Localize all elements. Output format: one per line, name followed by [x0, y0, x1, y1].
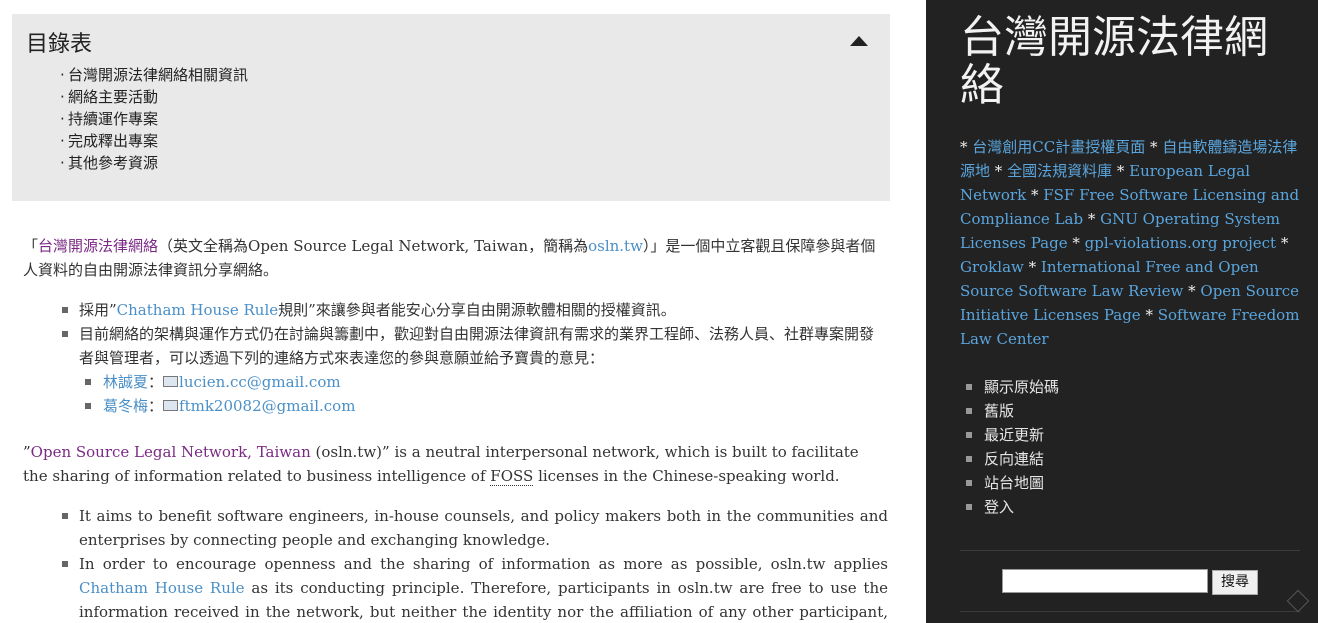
bullet-mark: * [1280, 234, 1289, 252]
toc-item[interactable]: · 持續運作專案 [60, 108, 248, 130]
menu-item-label[interactable]: 登入 [984, 498, 1014, 516]
bullet-mark: * [994, 162, 1008, 180]
intro-paragraph-en: ”Open Source Legal Network, Taiwan (osln… [23, 440, 888, 488]
network-name-link-en[interactable]: Open Source Legal Network, Taiwan [31, 443, 311, 461]
divider [960, 550, 1300, 551]
menu-item-login[interactable]: 登入 [966, 495, 1059, 519]
quote-mark: 「 [23, 237, 39, 255]
menu-item-label[interactable]: 最近更新 [984, 426, 1044, 444]
list-text: 規則”來讓參與者能安心分享自由開源軟體相關的授權資訊。 [278, 301, 676, 319]
toc-item-label[interactable]: 完成釋出專案 [68, 132, 158, 150]
bullet-mark: * [1087, 210, 1101, 228]
toc-item[interactable]: · 完成釋出專案 [60, 130, 248, 152]
sidebar: 台灣開源法律網絡 * 台灣創用CC計畫授權頁面 * 自由軟體鑄造場法律源地 * … [926, 0, 1318, 623]
toc-list: · 台灣開源法律網絡相關資訊 · 網絡主要活動 · 持續運作專案 · 完成釋出專案 · 其… [60, 64, 248, 174]
menu-item-backlinks[interactable]: 反向連結 [966, 447, 1059, 471]
toc-item-label[interactable]: 其他參考資源 [68, 154, 158, 172]
contact-item: 葛冬梅： ftmk20082@gmail.com [79, 394, 888, 418]
mail-icon [163, 399, 179, 411]
link-gpl-violations[interactable]: gpl-violations.org project [1085, 234, 1276, 252]
toc-item-label[interactable]: 網絡主要活動 [68, 88, 158, 106]
network-name-link[interactable]: 台灣開源法律網絡 [38, 237, 158, 255]
external-links: * 台灣創用CC計畫授權頁面 * 自由軟體鑄造場法律源地 * 全國法規資料庫 *… [960, 135, 1302, 351]
menu-item-label[interactable]: 站台地圖 [984, 474, 1044, 492]
chatham-house-rule-link[interactable]: Chatham House Rule [79, 579, 245, 597]
contact-list: 林誠夏： lucien.cc@gmail.com 葛冬梅： ftmk20082@gm… [79, 370, 888, 418]
list-item: In order to encourage openness and the s… [62, 552, 888, 623]
bullet-mark: * [1030, 186, 1044, 204]
separator: ： [148, 373, 164, 391]
main-content: 目錄表 · 台灣開源法律網絡相關資訊 · 網絡主要活動 · 持續運作專案 · 完成釋出專… [0, 0, 926, 623]
toc-item-label[interactable]: 台灣開源法律網絡相關資訊 [68, 66, 248, 84]
osln-link[interactable]: osln.tw [588, 237, 643, 255]
search-button[interactable]: 搜尋 [1212, 570, 1258, 595]
contact-item: 林誠夏： lucien.cc@gmail.com [79, 370, 888, 394]
bullet-mark: * [1072, 234, 1085, 252]
bullet-mark: * [1028, 258, 1041, 276]
toc-item[interactable]: · 網絡主要活動 [60, 86, 248, 108]
menu-item-label[interactable]: 顯示原始碼 [984, 378, 1059, 396]
intro-paragraph-zh: 「台灣開源法律網絡（英文全稱為Open Source Legal Network… [23, 234, 888, 282]
mail-icon [163, 375, 179, 387]
divider [960, 611, 1300, 612]
bullet-mark: * [960, 138, 973, 156]
menu-item-recent-changes[interactable]: 最近更新 [966, 423, 1059, 447]
quote-mark: ” [23, 443, 31, 461]
bullet-mark: * [1145, 306, 1158, 324]
page-tools-menu: 顯示原始碼 舊版 最近更新 反向連結 站台地圖 登入 [966, 375, 1059, 519]
link-law-database[interactable]: 全國法規資料庫 [1007, 162, 1112, 180]
bullet-mark: * [1150, 138, 1163, 156]
toc-title: 目錄表 [26, 32, 93, 57]
en-bullet-list: It aims to benefit software engineers, i… [62, 504, 888, 623]
bullet-mark: * [1116, 162, 1130, 180]
link-taiwan-cc[interactable]: 台灣創用CC計畫授權頁面 [972, 138, 1145, 156]
toc-item-label[interactable]: 持續運作專案 [68, 110, 158, 128]
table-of-contents: 目錄表 · 台灣開源法律網絡相關資訊 · 網絡主要活動 · 持續運作專案 · 完成釋出專… [12, 14, 890, 201]
intro-text-end: licenses in the Chinese-speaking world. [533, 467, 840, 485]
menu-item-view-source[interactable]: 顯示原始碼 [966, 375, 1059, 399]
foss-abbreviation[interactable]: FOSS [490, 467, 534, 486]
search-input[interactable] [1002, 569, 1208, 593]
list-text: It aims to benefit software engineers, i… [79, 507, 888, 549]
toc-item[interactable]: · 台灣開源法律網絡相關資訊 [60, 64, 248, 86]
contact-name-link[interactable]: 林誠夏 [103, 373, 148, 391]
collapse-toggle-icon[interactable] [850, 36, 868, 46]
list-item: 採用”Chatham House Rule規則”來讓參與者能安心分享自由開源軟體… [62, 298, 888, 322]
menu-item-old-revisions[interactable]: 舊版 [966, 399, 1059, 423]
list-item: 目前網絡的架構與運作方式仍在討論與籌劃中，歡迎對自由開源法律資訊有需求的業界工程… [62, 322, 888, 418]
site-title[interactable]: 台灣開源法律網絡 [960, 14, 1310, 110]
zh-bullet-list: 採用”Chatham House Rule規則”來讓參與者能安心分享自由開源軟體… [62, 298, 888, 418]
list-text: In order to encourage openness and the s… [79, 555, 888, 573]
contact-name-link[interactable]: 葛冬梅 [103, 397, 148, 415]
link-groklaw[interactable]: Groklaw [960, 258, 1024, 276]
list-item: It aims to benefit software engineers, i… [62, 504, 888, 552]
menu-item-sitemap[interactable]: 站台地圖 [966, 471, 1059, 495]
bullet-mark: * [1188, 282, 1201, 300]
separator: ： [148, 397, 164, 415]
list-text: 目前網絡的架構與運作方式仍在討論與籌劃中，歡迎對自由開源法律資訊有需求的業界工程… [79, 325, 875, 367]
back-to-top-icon[interactable] [1286, 589, 1310, 613]
menu-item-label[interactable]: 舊版 [984, 402, 1014, 420]
menu-item-label[interactable]: 反向連結 [984, 450, 1044, 468]
list-text: 採用” [79, 301, 117, 319]
email-link[interactable]: lucien.cc@gmail.com [179, 373, 341, 391]
chatham-house-rule-link[interactable]: Chatham House Rule [117, 301, 278, 319]
intro-text: （英文全稱為Open Source Legal Network, Taiwan，… [158, 237, 589, 255]
email-link[interactable]: ftmk20082@gmail.com [179, 397, 355, 415]
toc-item[interactable]: · 其他參考資源 [60, 152, 248, 174]
